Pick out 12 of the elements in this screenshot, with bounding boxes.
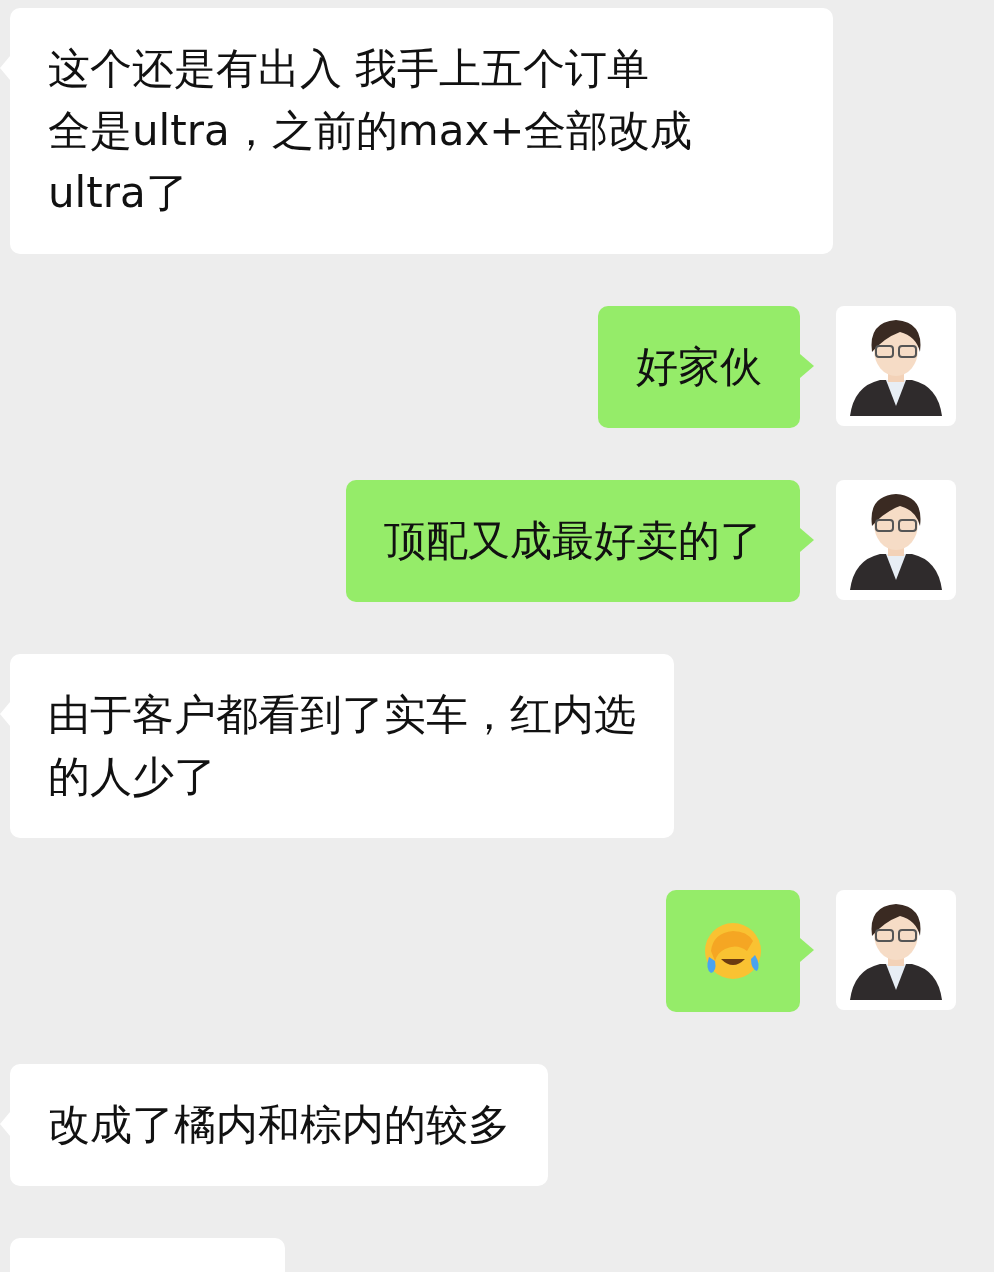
message-text: ultra了 — [48, 167, 189, 219]
avatar-icon — [836, 480, 956, 600]
facepalm-emoji-icon — [703, 921, 763, 981]
message-text: 这个还是有出入 我手上五个订单 — [48, 43, 651, 95]
message-text: 全是ultra，之前的max+全部改成 — [48, 105, 694, 157]
message-text: 好家伙 — [636, 341, 762, 393]
message-text: 顶配又成最好卖的了 — [384, 515, 762, 567]
message-text: 的人少了 — [48, 751, 217, 803]
avatar-icon — [836, 306, 956, 426]
message-text: 改成了橘内和棕内的较多 — [48, 1099, 510, 1151]
message-text: 由于客户都看到了实车，红内选 — [48, 689, 636, 741]
avatar-icon — [836, 890, 956, 1010]
